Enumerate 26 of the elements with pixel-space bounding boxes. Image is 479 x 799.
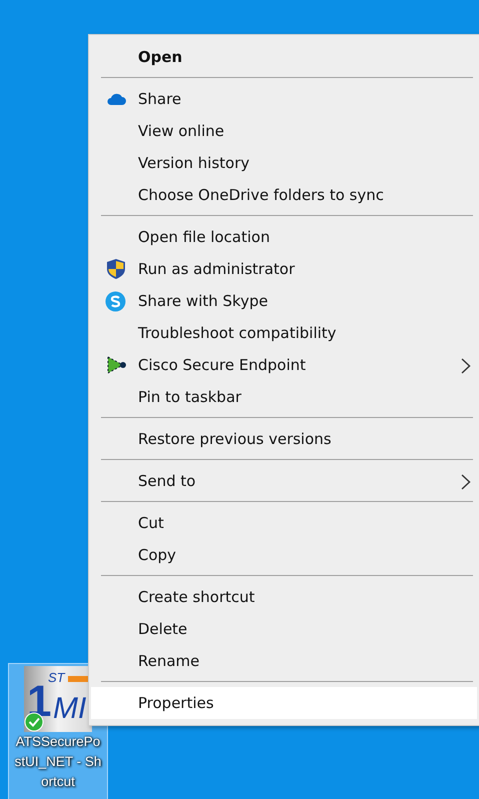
menu-item[interactable]: Run as administrator bbox=[91, 253, 477, 285]
menu-item[interactable]: Cisco Secure Endpoint bbox=[91, 349, 477, 381]
menu-item[interactable]: Open bbox=[91, 41, 477, 73]
menu-item[interactable]: Create shortcut bbox=[91, 581, 477, 613]
logo-stripe-icon bbox=[68, 676, 90, 682]
menu-item[interactable]: View online bbox=[91, 115, 477, 147]
logo-letters: MI bbox=[53, 692, 86, 725]
skype-icon bbox=[105, 290, 126, 312]
menu-item[interactable]: Version history bbox=[91, 147, 477, 179]
menu-item[interactable]: Troubleshoot compatibility bbox=[91, 317, 477, 349]
menu-item[interactable]: Pin to taskbar bbox=[91, 381, 477, 413]
menu-item[interactable]: Restore previous versions bbox=[91, 423, 477, 455]
cloud-icon bbox=[106, 93, 126, 105]
logo-superscript: ST bbox=[48, 670, 65, 685]
menu-item[interactable]: Open file location bbox=[91, 221, 477, 253]
arrow-icon bbox=[104, 355, 126, 375]
menu-item[interactable]: Properties bbox=[91, 687, 477, 719]
menu-item[interactable]: Delete bbox=[91, 613, 477, 645]
menu-item[interactable]: Cut bbox=[91, 507, 477, 539]
menu-item[interactable]: Copy bbox=[91, 539, 477, 571]
shortcut-label: ATSSecurePostUI_NET - Shortcut bbox=[14, 733, 102, 791]
menu-item[interactable]: Share bbox=[91, 83, 477, 115]
menu-item[interactable]: Send to bbox=[91, 465, 477, 497]
menu-item[interactable]: Choose OneDrive folders to sync bbox=[91, 179, 477, 211]
menu-item[interactable]: Share with Skype bbox=[91, 285, 477, 317]
shield-icon bbox=[106, 258, 126, 280]
